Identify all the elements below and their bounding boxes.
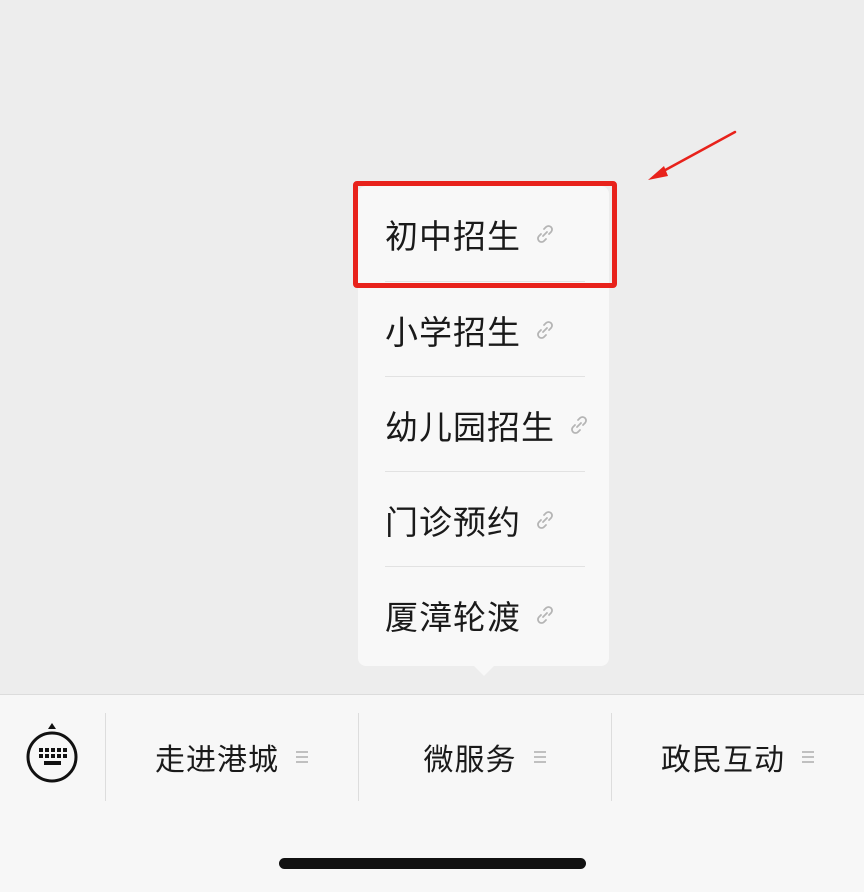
link-icon: [537, 320, 553, 339]
menu-lines-icon: [533, 751, 546, 763]
submenu-item-label: 门诊预约: [385, 502, 521, 542]
tab-citizen-interaction[interactable]: 政民互动: [612, 713, 864, 801]
submenu-item-primary-school-enrollment[interactable]: 小学招生: [358, 282, 609, 377]
submenu-item-middle-school-enrollment[interactable]: 初中招生: [358, 186, 609, 281]
link-icon: [537, 224, 553, 243]
menu-lines-icon: [296, 751, 308, 763]
tab-micro-services[interactable]: 微服务: [359, 713, 611, 801]
submenu-item-kindergarten-enrollment[interactable]: 幼儿园招生: [358, 377, 609, 472]
tab-label: 微服务: [423, 743, 517, 778]
link-icon: [571, 415, 587, 434]
link-icon: [537, 510, 553, 529]
menu-lines-icon: [802, 751, 814, 763]
link-icon: [537, 605, 553, 624]
keyboard-icon[interactable]: [22, 721, 82, 787]
submenu-popup: 初中招生 小学招生 幼儿园招生 门诊预约 厦漳轮渡: [358, 186, 609, 666]
annotation-arrow-icon: [648, 130, 737, 180]
tab-about-city[interactable]: 走进港城: [106, 713, 358, 801]
submenu-pointer: [472, 664, 496, 676]
submenu-item-label: 小学招生: [385, 312, 521, 352]
submenu-item-clinic-appointment[interactable]: 门诊预约: [358, 472, 609, 567]
submenu-item-label: 初中招生: [385, 216, 521, 256]
submenu-item-label: 幼儿园招生: [385, 407, 555, 447]
screen: 初中招生 小学招生 幼儿园招生 门诊预约 厦漳轮渡 走进港城 微服务 政民互动: [0, 0, 864, 892]
submenu-item-ferry[interactable]: 厦漳轮渡: [358, 567, 609, 662]
submenu-item-label: 厦漳轮渡: [385, 597, 521, 637]
tab-label: 走进港城: [155, 743, 279, 778]
bottom-menu-bar: 走进港城 微服务 政民互动: [0, 694, 864, 892]
home-indicator[interactable]: [279, 858, 586, 869]
tab-label: 政民互动: [661, 743, 785, 778]
